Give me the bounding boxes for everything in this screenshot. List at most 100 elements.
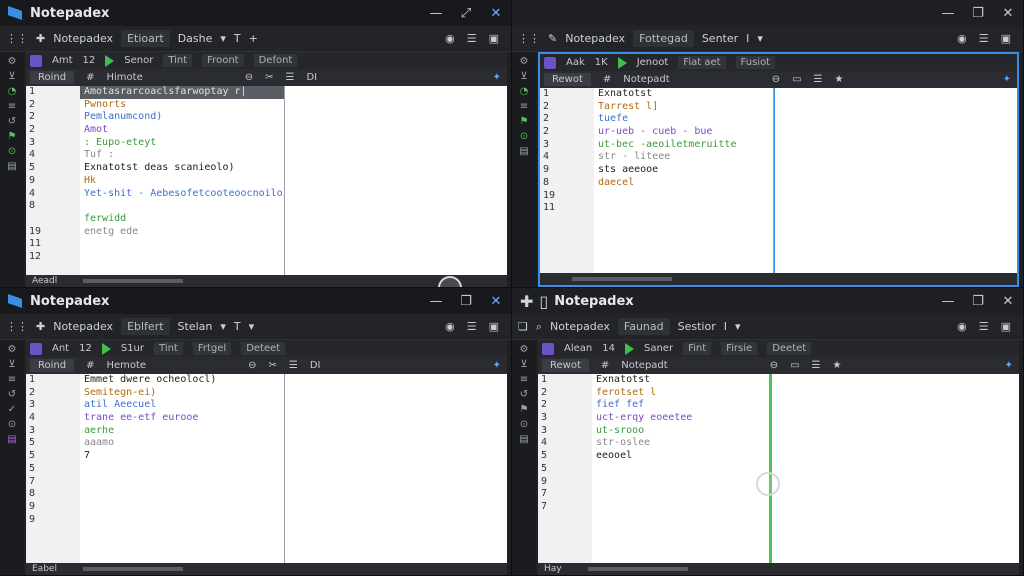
split-view[interactable] (285, 86, 507, 275)
tab-notepad[interactable]: Notepadt (623, 74, 669, 85)
list-icon[interactable]: ☰ (289, 360, 298, 371)
font-size[interactable]: 14 (602, 343, 615, 354)
star-icon[interactable]: ★ (833, 360, 842, 371)
tool-icon[interactable]: ✂ (265, 72, 273, 83)
code-line[interactable]: Exnatotst (592, 374, 769, 387)
code-line[interactable]: str - liteee (594, 151, 773, 164)
list-icon[interactable]: ☰ (812, 360, 821, 371)
code-area[interactable]: Exnatotst Tarrest l] tuefe ur-ueb - cueb - … (594, 88, 774, 273)
code-line[interactable]: Yet-shit - Aebesofetcooteoocnoiloin) (80, 188, 284, 201)
add-icon[interactable]: ✚ (520, 292, 533, 311)
font-size[interactable]: 1K (595, 57, 608, 68)
file-icon[interactable] (30, 342, 42, 355)
scrollbar[interactable] (587, 567, 688, 571)
code-line[interactable]: Emmet dwere ocheolocl) (80, 374, 284, 387)
code-line[interactable]: trane ee-etf eurooe (80, 412, 284, 425)
chevron-down-icon[interactable]: ▾ (220, 320, 226, 333)
code-line[interactable]: sts aeeooe (594, 164, 773, 177)
add-icon[interactable]: ✚ (36, 320, 45, 333)
tool-icon[interactable]: ▭ (790, 360, 799, 371)
tool-icon[interactable]: ⚙ (520, 56, 529, 67)
list-icon[interactable]: ≡ (8, 101, 16, 112)
list-icon[interactable]: ☰ (286, 72, 295, 83)
star-icon[interactable]: ★ (835, 74, 844, 85)
tab-active[interactable]: Rewot (544, 73, 591, 86)
flag-icon[interactable]: ⚑ (520, 404, 529, 415)
restore-icon[interactable]: ❐ (451, 294, 481, 309)
code-line[interactable]: Amotasrarcoaclsfarwoptay r| (80, 86, 284, 99)
default-chip[interactable]: Fusiot (735, 56, 776, 69)
text-cursor-icon[interactable]: T (234, 32, 241, 45)
toolbar-dropdown[interactable]: Stelan (178, 320, 213, 333)
hash-icon[interactable]: # (86, 72, 94, 83)
file-icon[interactable] (544, 56, 556, 69)
text-cursor-icon[interactable]: T (234, 320, 241, 333)
grid-icon[interactable]: ⋮⋮ (6, 320, 28, 333)
save-icon[interactable]: ▣ (489, 32, 499, 45)
toolbar-dropdown[interactable]: Sestior (678, 320, 716, 333)
toolbar-app-label[interactable]: Notepadex (550, 320, 610, 333)
minimize-icon[interactable]: — (421, 6, 451, 21)
file-icon[interactable] (542, 342, 554, 355)
code-line[interactable]: Amot (80, 124, 284, 137)
close-icon[interactable]: ✕ (993, 6, 1023, 21)
code-line[interactable]: Pwnorts (80, 99, 284, 112)
code-line[interactable]: daecel (594, 177, 773, 190)
save-icon[interactable]: ▣ (489, 320, 499, 333)
tab-notepad[interactable]: Notepadt (621, 360, 667, 371)
code-line[interactable]: Pemlanumcond) (80, 111, 284, 124)
code-line[interactable]: Exnatotst deas scanieolo) (80, 162, 284, 175)
tab-active[interactable]: Roind (30, 71, 75, 84)
settings-icon[interactable]: ⊙ (8, 419, 16, 430)
target-icon[interactable]: ⊖ (770, 360, 778, 371)
eye-icon[interactable]: ◉ (445, 320, 455, 333)
check-icon[interactable]: ✓ (8, 404, 16, 415)
menu-icon[interactable]: ☰ (979, 320, 989, 333)
settings-icon[interactable]: ⊙ (8, 146, 16, 157)
extensions-icon[interactable]: ▤ (7, 434, 16, 445)
scrollbar[interactable] (83, 279, 184, 283)
code-line[interactable]: Tarrest l] (594, 101, 773, 114)
toolbar-chip[interactable]: Faunad (617, 318, 670, 335)
edit-icon[interactable]: ✎ (548, 32, 557, 45)
toolbar-app-label[interactable]: Notepadex (53, 320, 113, 333)
toolbar-dropdown[interactable]: Senter (702, 32, 738, 45)
tint-chip[interactable]: Fiat aet (678, 56, 726, 69)
code-icon[interactable]: ⊻ (520, 71, 527, 82)
code-line[interactable]: aaamo (80, 437, 284, 450)
minimize-icon[interactable]: — (421, 294, 451, 309)
pin-icon[interactable]: ✦ (493, 360, 507, 371)
list-icon[interactable]: ≡ (520, 374, 528, 385)
code-line[interactable]: eeooel (592, 450, 769, 463)
code-line[interactable]: ferotset l (592, 387, 769, 400)
tool-icon[interactable]: ✂ (268, 360, 276, 371)
text-cursor-icon[interactable]: I (746, 32, 749, 45)
toolbar-chip[interactable]: Etioart (121, 30, 170, 47)
tab-active[interactable]: Roind (30, 359, 75, 372)
tab-remote[interactable]: Himote (106, 72, 142, 83)
code-line[interactable]: ut-srooo (592, 425, 769, 438)
default-chip[interactable]: Defont (253, 54, 298, 67)
code-icon[interactable]: ⊻ (8, 359, 15, 370)
front-chip[interactable]: Frtgel (192, 342, 232, 355)
restore-icon[interactable]: ❐ (963, 6, 993, 21)
code-line[interactable]: enetg ede (80, 226, 284, 239)
code-line[interactable]: uct-erqy eoeetee (592, 412, 769, 425)
run-icon[interactable]: ↺ (8, 116, 16, 127)
source-icon[interactable]: ◔ (520, 86, 529, 97)
code-line[interactable]: ut-bec -aeoiletmeruitte (594, 139, 773, 152)
target-icon[interactable]: ⊖ (248, 360, 256, 371)
list-icon[interactable]: ≡ (520, 101, 528, 112)
hash-icon[interactable]: # (86, 360, 94, 371)
target-icon[interactable]: ⊖ (772, 74, 780, 85)
code-line[interactable]: Tuf : (80, 149, 284, 162)
restore-icon[interactable]: ❐ (963, 294, 993, 309)
front-chip[interactable]: Froont (202, 54, 244, 67)
code-line[interactable]: aerhe (80, 425, 284, 438)
file-icon[interactable] (30, 54, 42, 67)
minimize-icon[interactable]: — (933, 6, 963, 21)
list-icon[interactable]: ☰ (814, 74, 823, 85)
code-line[interactable]: : Eupo-eteyt (80, 137, 284, 150)
list-icon[interactable]: ≡ (8, 374, 16, 385)
code-area[interactable]: Amotasrarcoaclsfarwoptay r| Pwnorts Pemlan… (80, 86, 285, 275)
